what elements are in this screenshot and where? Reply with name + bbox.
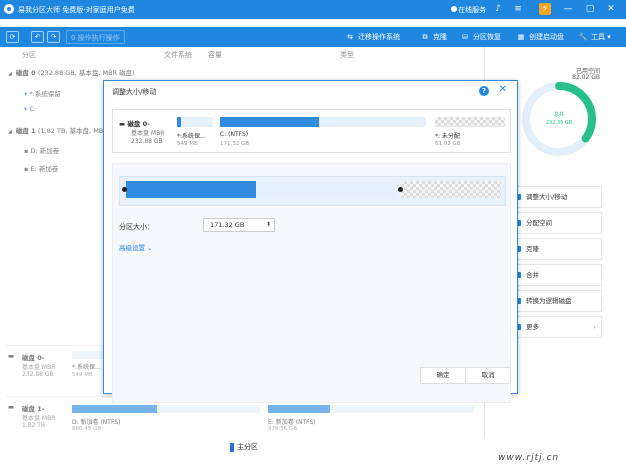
chevron-right-icon: ›	[593, 323, 596, 331]
partition-size: 549 MB	[177, 141, 198, 147]
dialog-title: 调整大小/移动	[112, 88, 157, 96]
partition-label: C: (NTFS)	[220, 131, 249, 138]
tools-button[interactable]: 🔧 工具 ▾	[578, 30, 611, 44]
dialog-disk-type: 基本盘 MBR	[131, 130, 165, 137]
action-label: 分配空间	[526, 219, 552, 227]
close-button[interactable]: ✕	[605, 3, 617, 15]
partition-label: *:系统保...	[177, 133, 206, 140]
execute-button[interactable]: 0 操作执行操作	[66, 30, 125, 44]
minimize-button[interactable]: —	[562, 3, 574, 15]
refresh-icon[interactable]: ⟳	[6, 31, 19, 43]
cancel-button[interactable]: 取消	[465, 367, 511, 384]
partition-label: *: 未分配	[435, 133, 460, 140]
online-service-link[interactable]: 在线服务	[458, 5, 486, 15]
menu-icon[interactable]: ≡	[512, 3, 524, 15]
resize-slider[interactable]	[119, 176, 506, 206]
upgrade-icon[interactable]: ⚡	[539, 3, 551, 15]
app-logo-icon	[4, 4, 14, 14]
toolbar: ⟳ ↶ ↷ 0 操作执行操作 ⇆ 迁移操作系统 ⧉ 克隆 ⛁ 分区恢复 ▦ 创建启动盘 …	[0, 27, 626, 47]
action-more[interactable]: 更多 ›	[510, 316, 602, 338]
legend: 主分区	[230, 442, 258, 452]
clone-label: 克隆	[433, 33, 447, 41]
action-list: 调整大小/移动 分配空间 克隆 合并 转换为逻辑磁盘 更多 ›	[510, 186, 602, 342]
partition-recovery-label: 分区恢复	[473, 33, 501, 41]
action-merge[interactable]: 合并	[510, 264, 602, 286]
slider-unallocated	[401, 181, 501, 198]
partition-size-input[interactable]: 171.32 GB ⬍	[203, 218, 275, 232]
app-title: 易我分区大师 免费版-对家庭用户免费	[18, 6, 135, 14]
bootdisk-icon: ▦	[517, 33, 525, 41]
undo-icon[interactable]: ↶	[31, 31, 44, 43]
dialog-partition-system[interactable]: *:系统保... 549 MB	[177, 114, 215, 150]
dialog-partition-unallocated[interactable]: *: 未分配 61.02 GB	[435, 114, 507, 150]
primary-partition-swatch	[230, 442, 234, 452]
used-space-value: 82.02 GB	[572, 74, 600, 81]
clone-icon: ⧉	[422, 33, 428, 41]
action-convert-logical[interactable]: 转换为逻辑磁盘	[510, 290, 602, 312]
action-allocate-space[interactable]: 分配空间	[510, 212, 602, 234]
dialog-disk-map: ▬ 磁盘 0- 基本盘 MBR 232.88 GB *:系统保... 549 M…	[112, 109, 511, 153]
action-clone[interactable]: 克隆	[510, 238, 602, 260]
ok-button[interactable]: 确定	[420, 367, 466, 384]
slider-used-fill	[126, 181, 256, 198]
migrate-os-button[interactable]: ⇆ 迁移操作系统	[345, 30, 400, 44]
recovery-icon: ⛁	[462, 33, 468, 41]
migrate-icon: ⇆	[347, 33, 353, 41]
create-bootdisk-button[interactable]: ▦ 创建启动盘	[516, 30, 564, 44]
disk-usage-chart: 总共 232.35 GB	[522, 82, 596, 156]
dialog-disk-name: ▬ 磁盘 0-	[119, 118, 150, 128]
watermark: www.rjtj.cn	[498, 453, 560, 463]
partition-bar	[435, 117, 505, 127]
partition-size-label: 分区大小：	[119, 223, 154, 231]
online-service-icon[interactable]	[451, 6, 457, 12]
migrate-os-label: 迁移操作系统	[358, 33, 400, 41]
advanced-settings-link[interactable]: 高级设置 ⌄	[119, 242, 153, 252]
action-label: 调整大小/移动	[526, 193, 568, 201]
resize-move-dialog: 调整大小/移动 ? ✕ ▬ 磁盘 0- 基本盘 MBR 232.88 GB *:…	[103, 80, 518, 403]
partition-bar	[177, 117, 213, 127]
tools-label: 工具	[591, 33, 605, 41]
action-label: 克隆	[526, 245, 539, 253]
action-label: 更多	[526, 323, 539, 331]
slider-free-space	[256, 181, 396, 198]
partition-size-value: 171.32 GB	[210, 221, 245, 229]
legend-primary-label: 主分区	[237, 443, 258, 451]
action-resize-move[interactable]: 调整大小/移动	[510, 186, 602, 208]
partition-recovery-button[interactable]: ⛁ 分区恢复	[460, 30, 501, 44]
slider-right-handle[interactable]	[398, 187, 403, 192]
help-icon[interactable]: ?	[479, 86, 489, 96]
action-label: 合并	[526, 271, 539, 279]
dialog-disk-name-label: 磁盘 0-	[127, 120, 150, 128]
partition-size: 61.02 GB	[435, 141, 461, 147]
action-label: 转换为逻辑磁盘	[526, 297, 572, 305]
clone-button[interactable]: ⧉ 克隆	[420, 30, 448, 44]
notification-icon[interactable]: ♪	[492, 3, 504, 15]
dialog-close-icon[interactable]: ✕	[499, 84, 507, 95]
spinner-icon[interactable]: ⬍	[266, 219, 271, 231]
dialog-partition-c[interactable]: C: (NTFS) 171.32 GB	[220, 114, 428, 150]
maximize-button[interactable]: ▢	[584, 3, 596, 15]
donut-total-label: 总共	[554, 111, 564, 118]
partition-bar	[220, 117, 426, 127]
partition-size: 171.32 GB	[220, 141, 250, 147]
title-bar: 易我分区大师 免费版-对家庭用户免费 在线服务 ♪ ≡ ⚡ — ▢ ✕	[0, 0, 626, 19]
donut-total-value: 232.35 GB	[546, 120, 573, 126]
wrench-icon: 🔧	[578, 33, 588, 41]
slider-left-handle[interactable]	[122, 187, 127, 192]
dialog-disk-size: 232.88 GB	[131, 138, 163, 145]
redo-icon[interactable]: ↷	[47, 31, 60, 43]
create-bootdisk-label: 创建启动盘	[529, 33, 564, 41]
